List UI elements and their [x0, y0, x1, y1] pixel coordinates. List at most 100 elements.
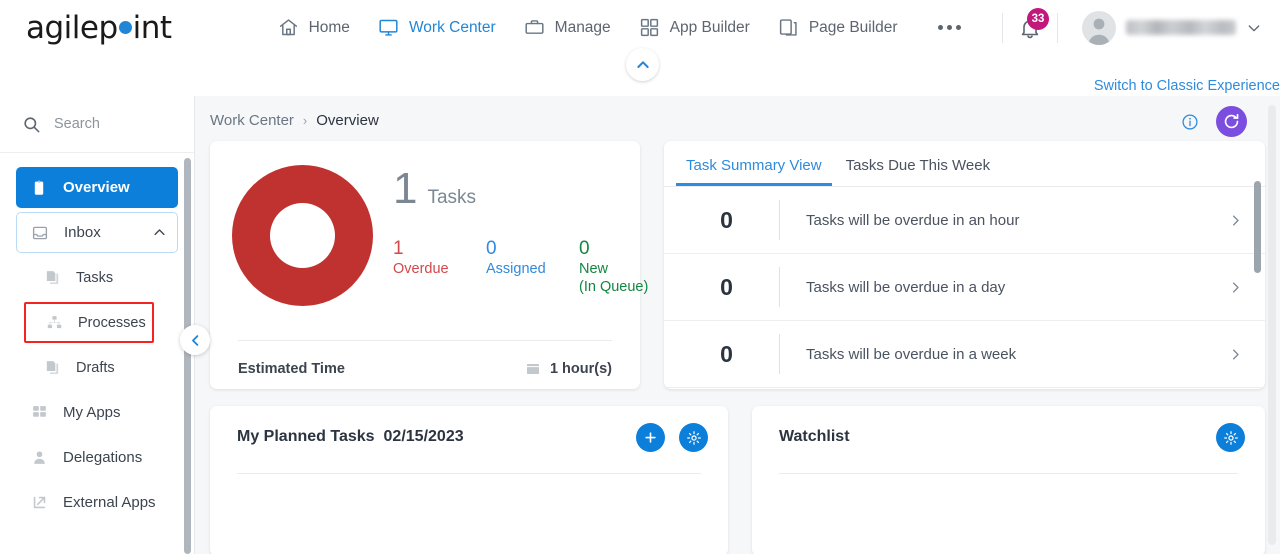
watchlist-settings-button[interactable]: [1216, 423, 1245, 452]
task-summary-tabs: Task Summary View Tasks Due This Week: [664, 141, 1265, 187]
stat-new-value: 0: [579, 238, 590, 259]
chevron-up-icon[interactable]: [152, 225, 167, 240]
collapse-header-button[interactable]: [626, 48, 659, 81]
stat-overdue-label: Overdue: [393, 260, 449, 277]
nav-item-app-builder[interactable]: App Builder: [625, 0, 764, 56]
calendar-icon: [525, 361, 541, 377]
avatar: [1082, 10, 1116, 45]
summary-row-hour[interactable]: 0 Tasks will be overdue in an hour: [664, 187, 1265, 254]
chevron-up-icon: [635, 57, 651, 73]
sidebar-label-inbox: Inbox: [64, 224, 101, 241]
my-planned-tasks-card: My Planned Tasks 02/15/2023: [210, 406, 728, 554]
nav-label-home: Home: [308, 18, 350, 36]
planned-tasks-date: 02/15/2023: [383, 428, 464, 445]
search-input[interactable]: Search: [0, 96, 194, 153]
tab-task-summary-view[interactable]: Task Summary View: [676, 153, 832, 186]
donut-hole: [270, 203, 335, 268]
refresh-button[interactable]: [1216, 106, 1247, 137]
chevron-right-icon[interactable]: [1228, 347, 1265, 362]
agilepoint-logo[interactable]: agilep int: [26, 0, 172, 56]
summary-row-day[interactable]: 0 Tasks will be overdue in a day: [664, 254, 1265, 321]
dashboard-cards: 1 Tasks 1 Overdue 0 Assigned 0 New (In Q…: [210, 141, 1265, 554]
briefcase-icon: [524, 17, 546, 39]
nav-item-page-builder[interactable]: Page Builder: [764, 0, 912, 56]
nav-item-home[interactable]: Home: [264, 0, 364, 56]
nav-item-work-center[interactable]: Work Center: [364, 0, 510, 56]
nav-item-manage[interactable]: Manage: [510, 0, 625, 56]
nav-label-manage: Manage: [554, 18, 611, 36]
task-summary-scrollbar[interactable]: [1254, 181, 1261, 273]
stat-overdue[interactable]: 1 Overdue: [393, 238, 486, 296]
switch-to-classic-link[interactable]: Switch to Classic Experience: [1094, 78, 1280, 94]
clipboard-icon: [29, 178, 49, 198]
pages-icon: [778, 17, 800, 39]
task-summary-card: Task Summary View Tasks Due This Week 0 …: [664, 141, 1265, 389]
sitemap-icon: [44, 313, 64, 333]
nav-label-work-center: Work Center: [408, 18, 496, 36]
breadcrumb: Work Center › Overview: [195, 96, 1280, 129]
watchlist-card: Watchlist: [752, 406, 1265, 554]
info-icon[interactable]: [1181, 113, 1199, 131]
estimated-time-label: Estimated Time: [238, 361, 345, 377]
sidebar-item-processes[interactable]: Processes: [24, 302, 154, 343]
sidebar-item-overview[interactable]: Overview: [16, 167, 178, 208]
external-link-icon: [29, 493, 49, 513]
chevron-down-icon: [1246, 20, 1262, 36]
breadcrumb-parent[interactable]: Work Center: [210, 112, 294, 129]
watchlist-header: Watchlist: [779, 428, 1243, 446]
stat-overdue-value: 1: [393, 238, 404, 259]
grid-icon: [639, 17, 661, 39]
home-icon: [278, 17, 300, 39]
estimated-time-value: 1 hour(s): [549, 361, 612, 377]
task-stats: 1 Tasks 1 Overdue 0 Assigned 0 New (In Q…: [393, 159, 672, 296]
summary-text-day: Tasks will be overdue in a day: [806, 278, 1006, 296]
topbar-right-group: 33: [992, 7, 1280, 45]
total-tasks-value: 1: [393, 164, 418, 213]
watchlist-actions: [1216, 423, 1245, 452]
summary-count-week: 0: [720, 340, 733, 367]
user-menu[interactable]: [1082, 10, 1262, 45]
sidebar-label-overview: Overview: [63, 179, 130, 196]
dashboard-row-1: 1 Tasks 1 Overdue 0 Assigned 0 New (In Q…: [210, 141, 1265, 389]
nav-label-page-builder: Page Builder: [808, 18, 898, 36]
sidebar-item-inbox[interactable]: Inbox: [16, 212, 178, 253]
notifications-button[interactable]: 33: [1013, 7, 1049, 45]
sidebar-label-delegations: Delegations: [63, 449, 143, 466]
sidebar-item-external-apps[interactable]: External Apps: [16, 482, 178, 523]
planned-tasks-settings-button[interactable]: [679, 423, 708, 452]
planned-tasks-title: My Planned Tasks: [237, 428, 375, 445]
divider: [1057, 12, 1058, 43]
nav-label-app-builder: App Builder: [669, 18, 750, 36]
collapse-sidebar-button[interactable]: [180, 325, 210, 355]
breadcrumb-separator: ›: [302, 113, 308, 128]
logo-text-before: agilep: [26, 9, 118, 46]
stat-assigned-value: 0: [486, 238, 497, 259]
sidebar-item-drafts[interactable]: Drafts: [36, 347, 178, 388]
logo-text-after: int: [132, 9, 172, 46]
sidebar-scrollbar[interactable]: [184, 158, 191, 554]
logo-dot-icon: [118, 21, 132, 34]
summary-count-day: 0: [720, 273, 733, 300]
divider: [1002, 12, 1003, 43]
sidebar-label-tasks: Tasks: [76, 269, 114, 286]
total-tasks-label: Tasks: [427, 187, 477, 208]
page-header-actions: [1181, 106, 1247, 137]
main-scrollbar[interactable]: [1268, 105, 1276, 545]
stat-assigned[interactable]: 0 Assigned: [486, 238, 579, 296]
summary-row-week[interactable]: 0 Tasks will be overdue in a week: [664, 321, 1265, 388]
sidebar-item-delegations[interactable]: Delegations: [16, 437, 178, 478]
main-nav: Home Work Center Manage App Builder Page…: [264, 0, 977, 56]
search-placeholder: Search: [54, 116, 100, 132]
chevron-right-icon[interactable]: [1228, 280, 1265, 295]
sidebar-item-my-apps[interactable]: My Apps: [16, 392, 178, 433]
add-planned-task-button[interactable]: [636, 423, 665, 452]
stat-new-in-queue[interactable]: 0 New (In Queue): [579, 238, 672, 296]
stat-new-label-line2: (In Queue): [579, 278, 649, 295]
nav-more-options-icon[interactable]: [922, 0, 977, 56]
tab-tasks-due-this-week[interactable]: Tasks Due This Week: [836, 153, 1001, 186]
summary-text-week: Tasks will be overdue in a week: [806, 345, 1017, 363]
sidebar-item-tasks[interactable]: Tasks: [36, 257, 178, 298]
planned-tasks-actions: [636, 423, 708, 452]
user-name: [1126, 20, 1236, 35]
task-donut-chart[interactable]: [232, 165, 373, 306]
